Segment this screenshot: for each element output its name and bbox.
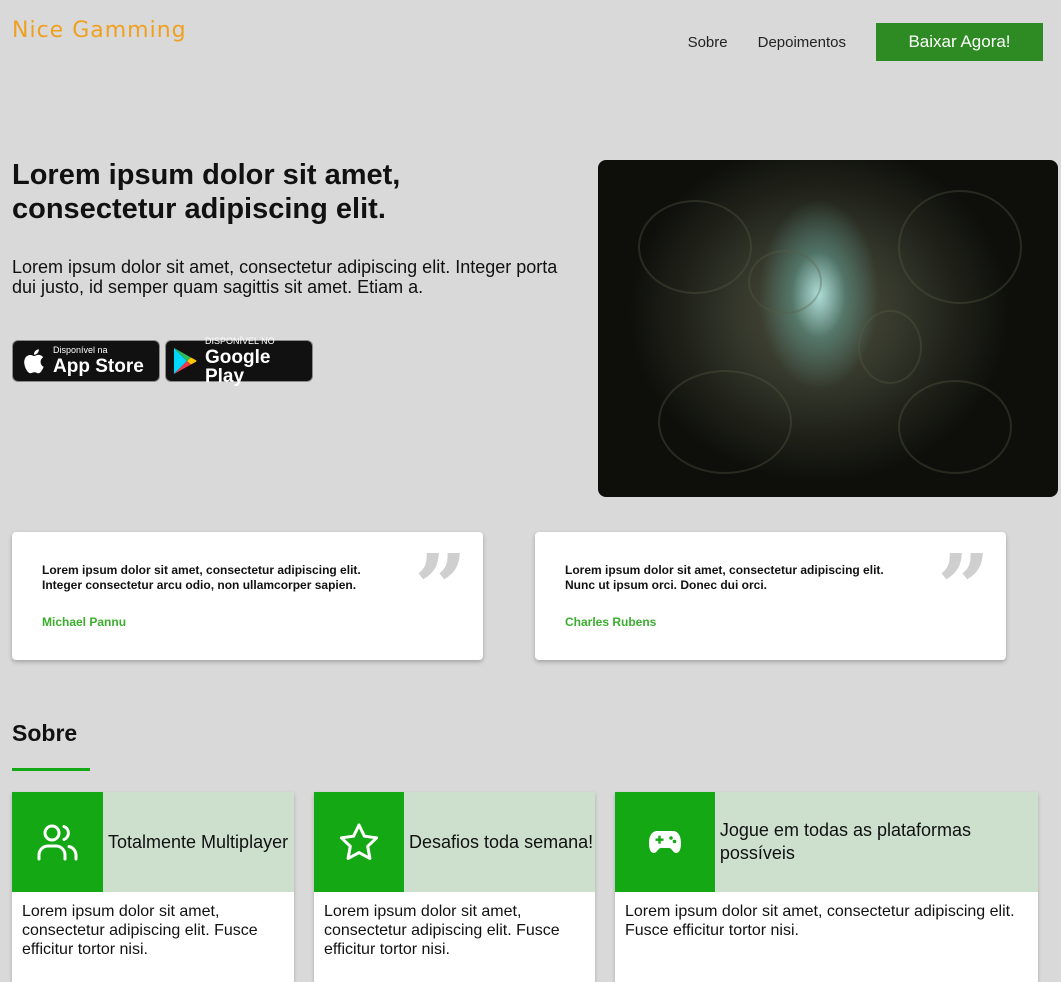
feature-title: Totalmente Multiplayer	[108, 831, 289, 852]
feature-text: Lorem ipsum dolor sit amet, consectetur …	[22, 903, 258, 958]
google-play-small-text: DISPONÍVEL NO	[204, 335, 275, 346]
app-store-label: Disponível na App Store	[53, 345, 144, 377]
testimonial-author: Michael Pannu	[42, 615, 127, 629]
testimonial-author: Charles Rubens	[565, 615, 657, 629]
nav-link-sobre[interactable]: Sobre	[688, 34, 728, 51]
app-store-big-text: App Store	[53, 356, 144, 377]
hero-image	[598, 160, 1058, 497]
feature-header: Jogue em todas as plataformas possíveis	[615, 792, 1038, 892]
app-store-small-text: Disponível na	[53, 345, 108, 355]
google-play-big-text: Google Play	[204, 346, 271, 387]
gamepad-icon	[615, 792, 715, 892]
feature-card: Desafios toda semana! Lorem ipsum dolor …	[314, 792, 595, 982]
google-play-icon	[166, 347, 205, 375]
feature-header: Desafios toda semana!	[314, 792, 595, 892]
section-title-sobre: Sobre	[12, 720, 78, 746]
feature-text: Lorem ipsum dolor sit amet, consectetur …	[625, 903, 1015, 939]
feature-card: Totalmente Multiplayer Lorem ipsum dolor…	[12, 792, 294, 982]
hero-title: Lorem ipsum dolor sit amet, consectetur …	[12, 159, 401, 225]
app-store-badge[interactable]: Disponível na App Store	[12, 340, 160, 382]
google-play-badge[interactable]: DISPONÍVEL NO Google Play	[165, 336, 313, 386]
testimonial-card: Lorem ipsum dolor sit amet, consectetur …	[535, 532, 1006, 660]
feature-title: Jogue em todas as plataformas possíveis	[719, 820, 972, 863]
testimonial-card: Lorem ipsum dolor sit amet, consectetur …	[12, 532, 483, 660]
hero-text: Lorem ipsum dolor sit amet, consectetur …	[12, 257, 558, 297]
google-play-label: DISPONÍVEL NO Google Play	[204, 335, 312, 387]
users-icon	[12, 792, 103, 892]
download-now-button[interactable]: Baixar Agora!	[876, 23, 1043, 61]
apple-icon	[13, 347, 53, 375]
testimonial-quote: Lorem ipsum dolor sit amet, consectetur …	[42, 563, 361, 592]
feature-title: Desafios toda semana!	[409, 831, 594, 852]
quote-mark-icon: ”	[414, 534, 467, 642]
feature-card: Jogue em todas as plataformas possíveis …	[615, 792, 1038, 982]
nav-link-depoimentos[interactable]: Depoimentos	[758, 34, 846, 51]
section-underline	[12, 768, 90, 771]
testimonial-quote: Lorem ipsum dolor sit amet, consectetur …	[565, 563, 884, 592]
star-icon	[314, 792, 404, 892]
site-logo[interactable]: Nice Gamming	[12, 18, 187, 43]
quote-mark-icon: ”	[937, 534, 990, 642]
feature-text: Lorem ipsum dolor sit amet, consectetur …	[324, 903, 560, 958]
feature-header: Totalmente Multiplayer	[12, 792, 294, 892]
main-nav: Sobre Depoimentos Baixar Agora!	[688, 23, 1043, 61]
